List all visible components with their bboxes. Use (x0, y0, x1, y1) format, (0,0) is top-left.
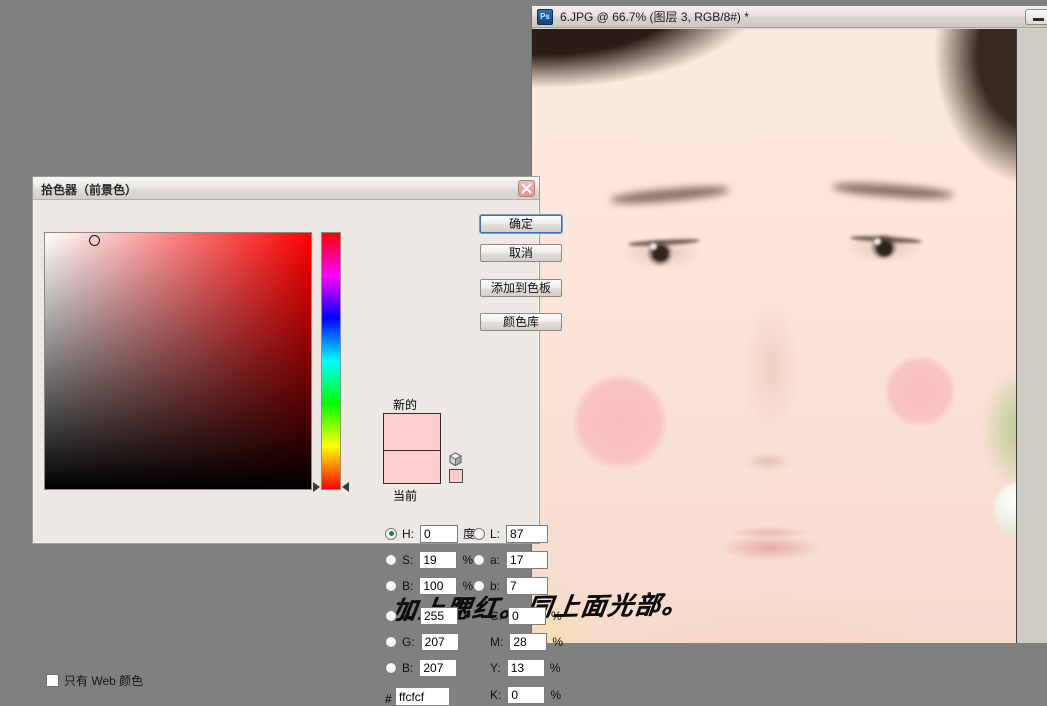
label-yellow: Y: (490, 660, 501, 675)
input-lightness[interactable] (506, 524, 549, 543)
unit-magenta: % (552, 634, 564, 649)
label-magenta: M: (490, 634, 504, 649)
photoshop-document-window: Ps 6.JPG @ 66.7% (图层 3, RGB/8#) * (531, 6, 1047, 643)
label-green: G: (402, 634, 415, 649)
field-row-saturation: S: % (385, 550, 473, 569)
saturation-brightness-field[interactable] (44, 232, 312, 490)
field-row-green: G: (385, 632, 459, 651)
radio-blue[interactable] (385, 661, 397, 674)
hue-slider-handle-right[interactable] (342, 482, 349, 492)
label-cyan: C: (490, 608, 502, 623)
new-color-label: 新的 (393, 398, 418, 412)
input-magenta[interactable] (509, 632, 548, 651)
input-brightness[interactable] (419, 576, 458, 595)
input-saturation[interactable] (419, 550, 458, 569)
dialog-title-bar[interactable]: 拾色器（前景色） (33, 177, 539, 200)
canvas-right-margin (1016, 29, 1047, 643)
web-safe-color-swatch[interactable] (449, 469, 463, 483)
document-title-bar[interactable]: Ps 6.JPG @ 66.7% (图层 3, RGB/8#) * (532, 6, 1047, 28)
input-lab-b[interactable] (506, 576, 549, 595)
web-colors-only-checkbox[interactable]: 只有 Web 颜色 (46, 672, 143, 689)
ok-button[interactable]: 确定 (480, 215, 562, 233)
label-brightness: B: (402, 578, 414, 593)
current-color-label: 当前 (393, 489, 418, 503)
unit-brightness: % (462, 578, 474, 593)
label-saturation: S: (402, 552, 414, 567)
label-blue: B: (402, 660, 414, 675)
field-row-brightness: B: % (385, 576, 473, 595)
input-blue[interactable] (419, 658, 458, 677)
minimize-icon (1033, 18, 1044, 21)
radio-green[interactable] (385, 635, 397, 648)
photoshop-ps-icon: Ps (537, 8, 553, 25)
add-to-swatches-button[interactable]: 添加到色板 (480, 279, 562, 297)
label-black: K: (490, 687, 502, 702)
warm-light-glow (532, 523, 652, 643)
unit-cyan: % (551, 608, 562, 623)
color-libraries-button[interactable]: 颜色库 (480, 313, 562, 331)
input-hue[interactable] (420, 524, 458, 543)
input-yellow[interactable] (506, 658, 545, 677)
hue-slider[interactable] (313, 232, 349, 492)
hex-prefix-label: # (385, 692, 392, 706)
radio-lightness[interactable] (473, 527, 485, 540)
color-field-marker (89, 235, 100, 246)
radio-hue[interactable] (385, 527, 397, 540)
radio-lab-a[interactable] (473, 553, 485, 566)
image-canvas[interactable] (532, 29, 1016, 643)
radio-saturation[interactable] (385, 553, 397, 566)
document-title-text: 6.JPG @ 66.7% (图层 3, RGB/8#) * (560, 10, 749, 24)
minimize-button[interactable] (1025, 9, 1047, 25)
close-icon[interactable] (518, 180, 535, 197)
input-black[interactable] (507, 685, 546, 704)
radio-red[interactable] (385, 609, 397, 622)
input-red[interactable] (420, 606, 458, 625)
label-red: R: (402, 608, 414, 623)
label-hue: H: (402, 526, 414, 541)
label-lab-a: a: (490, 552, 501, 567)
current-color-swatch[interactable] (383, 451, 441, 484)
catchlight-right (874, 238, 881, 245)
field-row-hue: H: 度 (385, 524, 475, 543)
hex-input[interactable] (395, 687, 450, 706)
color-picker-dialog: 拾色器（前景色） 只有 Web 颜色 新的 当前 确定 取消 添加到色板 颜色库… (32, 176, 563, 706)
field-row-black: K: % (473, 685, 561, 704)
new-color-swatch[interactable] (383, 413, 441, 451)
unit-black: % (550, 687, 562, 702)
unit-saturation: % (462, 552, 474, 567)
field-row-cyan: C: % (473, 606, 562, 625)
radio-lab-b[interactable] (473, 579, 485, 592)
gamut-cube-icon[interactable] (448, 452, 463, 467)
checkbox-box (46, 674, 59, 687)
dialog-title-text: 拾色器（前景色） (41, 183, 138, 197)
field-row-red: R: (385, 606, 458, 625)
hue-slider-handle-left[interactable] (313, 482, 320, 492)
label-lightness: L: (490, 526, 501, 541)
web-colors-only-label: 只有 Web 颜色 (64, 674, 144, 688)
input-cyan[interactable] (508, 606, 546, 625)
field-row-blue: B: (385, 658, 458, 677)
radio-brightness[interactable] (385, 579, 397, 592)
cancel-button[interactable]: 取消 (480, 244, 562, 262)
field-row-lightness: L: (473, 524, 549, 543)
hue-slider-track[interactable] (321, 232, 341, 490)
field-row-yellow: Y: % (473, 658, 560, 677)
field-row-magenta: M: % (473, 632, 563, 651)
field-row-lab-a: a: (473, 550, 549, 569)
unit-yellow: % (549, 660, 561, 675)
label-lab-b: b: (490, 578, 501, 593)
input-green[interactable] (420, 632, 459, 651)
catchlight-left (650, 243, 657, 250)
field-row-lab-b: b: (473, 576, 549, 595)
input-lab-a[interactable] (506, 550, 549, 569)
